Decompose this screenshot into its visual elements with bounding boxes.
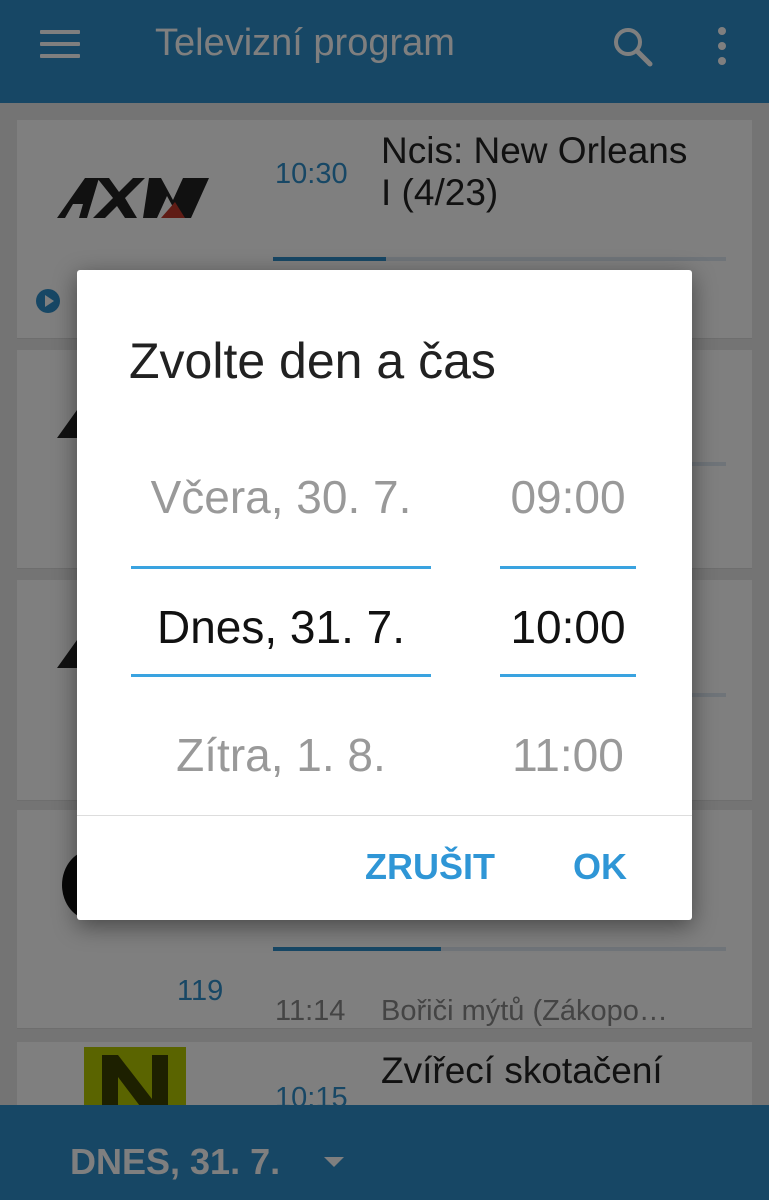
ok-button[interactable]: OK xyxy=(573,846,627,888)
time-option-prev[interactable]: 09:00 xyxy=(500,470,636,524)
day-picker-divider-bottom xyxy=(131,674,431,677)
cancel-button[interactable]: ZRUŠIT xyxy=(365,846,495,888)
day-picker-divider-top xyxy=(131,566,431,569)
date-time-dialog: Zvolte den a čas Včera, 30. 7. Dnes, 31.… xyxy=(77,270,692,920)
dialog-title: Zvolte den a čas xyxy=(129,333,496,389)
dialog-divider xyxy=(77,815,692,816)
day-option-selected[interactable]: Dnes, 31. 7. xyxy=(131,600,431,654)
time-option-selected[interactable]: 10:00 xyxy=(500,600,636,654)
time-option-next[interactable]: 11:00 xyxy=(500,728,636,782)
day-option-prev[interactable]: Včera, 30. 7. xyxy=(131,470,431,524)
day-option-next[interactable]: Zítra, 1. 8. xyxy=(131,728,431,782)
time-picker-divider-bottom xyxy=(500,674,636,677)
time-picker-divider-top xyxy=(500,566,636,569)
